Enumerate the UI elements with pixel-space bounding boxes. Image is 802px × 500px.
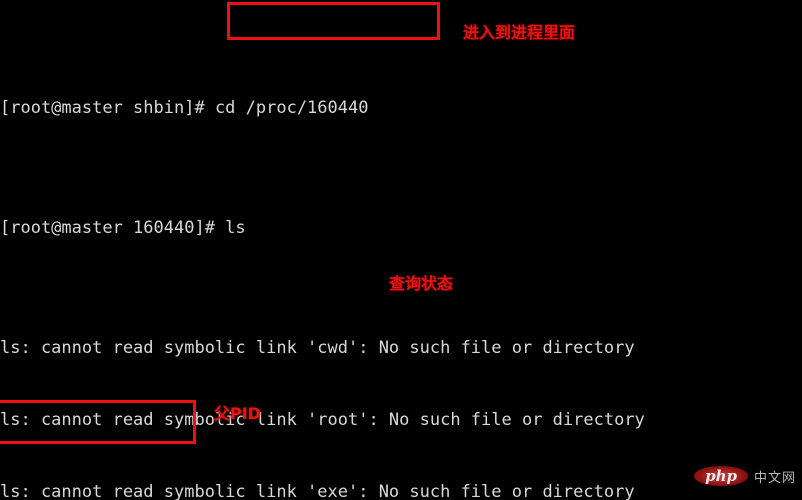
watermark-site-text: 中文网 — [753, 470, 796, 486]
ls-error-root: ls: cannot read symbolic link 'root': No… — [0, 410, 645, 430]
ls-error-cwd: ls: cannot read symbolic link 'cwd': No … — [0, 338, 635, 358]
annotation-parent-pid: 父PID — [214, 404, 261, 423]
command-ls: ls — [225, 218, 246, 238]
shell-prompt-2: [root@master 160440]# — [0, 218, 226, 238]
shell-prompt-1: [root@master shbin]# — [0, 98, 215, 118]
php-watermark: php 中文网 — [694, 466, 796, 486]
annotation-query-status: 查询状态 — [389, 274, 454, 293]
command-cd: cd /proc/160440 — [214, 98, 369, 118]
ls-error-exe: ls: cannot read symbolic link 'exe': No … — [0, 482, 635, 500]
annotation-enter-process: 进入到进程里面 — [463, 23, 576, 42]
terminal-line-prompt-2: [root@master 160440]# ls — [0, 216, 802, 240]
terminal-screen[interactable]: [root@master shbin]# cd /proc/160440 [ro… — [0, 0, 802, 500]
php-logo: php — [694, 466, 748, 486]
terminal-line-prompt-1: [root@master shbin]# cd /proc/160440 — [0, 96, 802, 120]
